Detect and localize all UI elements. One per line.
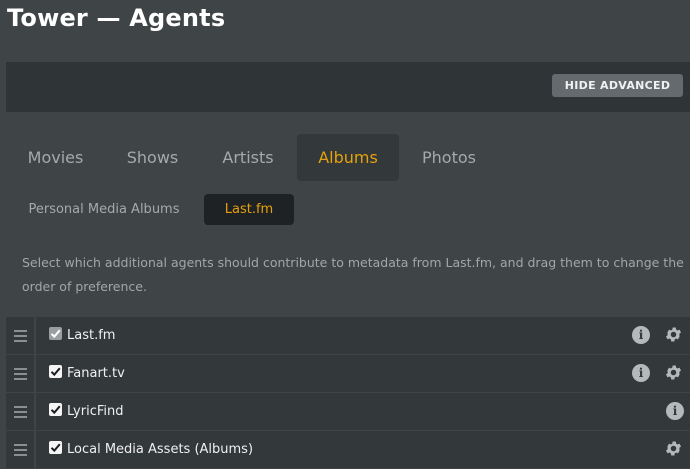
agent-row-body: Fanart.tv i xyxy=(36,355,690,392)
toolbar: HIDE ADVANCED xyxy=(6,62,690,112)
info-icon[interactable]: i xyxy=(632,364,650,382)
gear-icon[interactable] xyxy=(664,439,683,458)
gear-icon[interactable] xyxy=(664,363,683,382)
agent-checkbox[interactable] xyxy=(49,403,62,416)
info-icon[interactable]: i xyxy=(632,326,650,344)
subtab-personal-media-albums[interactable]: Personal Media Albums xyxy=(18,194,190,225)
agent-row: LyricFind i xyxy=(6,393,690,430)
subtab-lastfm[interactable]: Last.fm xyxy=(204,194,294,225)
agent-checkbox[interactable] xyxy=(49,327,62,340)
tab-shows[interactable]: Shows xyxy=(105,134,200,181)
page-title: Tower — Agents xyxy=(7,4,226,32)
drag-handle-icon[interactable] xyxy=(6,393,34,430)
agent-name: Last.fm xyxy=(67,328,116,343)
info-icon[interactable]: i xyxy=(666,402,684,420)
subtab-bar: Personal Media Albums Last.fm xyxy=(6,194,690,225)
tab-movies[interactable]: Movies xyxy=(6,134,105,181)
hide-advanced-button[interactable]: HIDE ADVANCED xyxy=(552,74,683,97)
agent-row-body: Local Media Assets (Albums) xyxy=(36,431,690,468)
agent-row-body: LyricFind i xyxy=(36,393,690,430)
drag-handle-icon[interactable] xyxy=(6,317,34,354)
agent-row: Local Media Assets (Albums) xyxy=(6,431,690,468)
agent-checkbox[interactable] xyxy=(49,441,62,454)
agent-row: Fanart.tv i xyxy=(6,355,690,392)
agent-row-body: Last.fm i xyxy=(36,317,690,354)
agent-name: LyricFind xyxy=(67,404,124,419)
drag-handle-icon[interactable] xyxy=(6,431,34,468)
drag-handle-icon[interactable] xyxy=(6,355,34,392)
gear-icon[interactable] xyxy=(664,325,683,344)
agent-name: Fanart.tv xyxy=(67,366,125,381)
agent-list: Last.fm i Fanart.tv i LyricFind i Local … xyxy=(6,317,690,469)
agent-name: Local Media Assets (Albums) xyxy=(67,442,254,457)
tab-artists[interactable]: Artists xyxy=(200,134,296,181)
tab-photos[interactable]: Photos xyxy=(399,134,499,181)
agent-checkbox[interactable] xyxy=(49,365,62,378)
tab-albums[interactable]: Albums xyxy=(297,134,399,181)
agents-description: Select which additional agents should co… xyxy=(22,255,684,294)
tab-bar: Movies Shows Artists Albums Photos xyxy=(6,134,690,181)
agent-row: Last.fm i xyxy=(6,317,690,354)
